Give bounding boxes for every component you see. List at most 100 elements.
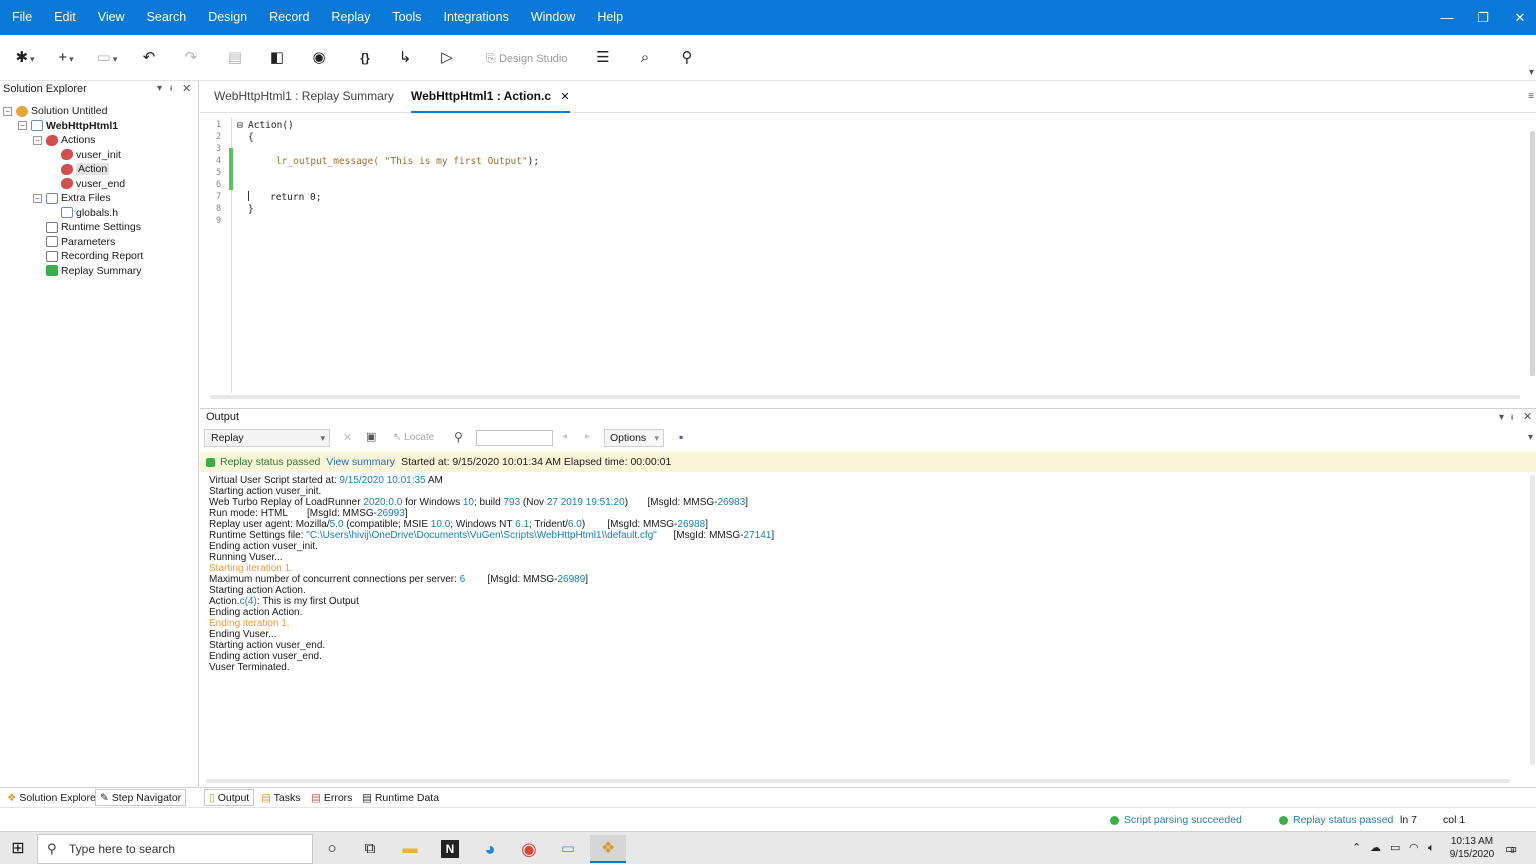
toolbar-overflow-icon[interactable]: ▾ <box>1529 67 1534 78</box>
run-step-icon[interactable]: ↳ <box>394 35 416 81</box>
options-button[interactable]: Options <box>604 429 664 447</box>
cloud-icon[interactable]: ☁ <box>1370 832 1381 865</box>
taskbar-clock[interactable]: 10:13 AM 9/15/2020 <box>1446 835 1498 861</box>
output-source-select[interactable]: Replay <box>204 429 330 447</box>
collapse-toggle-icon[interactable]: − <box>33 135 42 145</box>
tab-action-c[interactable]: WebHttpHtml1 : Action.c ✕ <box>411 81 570 113</box>
loadrunner-icon[interactable]: ❖ <box>590 835 626 863</box>
tab-output[interactable]: ▯ Output <box>204 789 255 806</box>
close-icon[interactable]: ✕ <box>1523 409 1532 426</box>
redo-icon[interactable]: ↷ <box>180 35 202 81</box>
record-icon[interactable]: ◉ <box>308 35 330 81</box>
menu-integrations[interactable]: Integrations <box>433 0 520 35</box>
search-history-icon[interactable]: ⌕ <box>634 35 656 81</box>
menu-record[interactable]: Record <box>258 0 320 35</box>
close-tab-icon[interactable]: ✕ <box>560 91 569 103</box>
output-search-input[interactable] <box>476 430 553 446</box>
task-view-icon[interactable]: ⧉ <box>356 835 384 863</box>
tree-item-solution-untitled[interactable]: − Solution Untitled <box>3 104 107 118</box>
volume-icon[interactable]: 🔈︎ <box>1428 832 1435 865</box>
tab-runtime-data[interactable]: ▤ Runtime Data <box>357 789 444 806</box>
tab-errors[interactable]: ▤ Errors <box>306 789 357 806</box>
cortana-icon[interactable]: ○ <box>318 835 346 863</box>
panel-menu-icon[interactable]: ▾ <box>157 81 162 97</box>
window-close-icon[interactable]: ✕ <box>1503 0 1536 35</box>
undo-icon[interactable]: ↶ <box>138 35 160 81</box>
tab-solution-explorer[interactable]: ❖ Solution Explorer <box>2 789 104 806</box>
view-summary-link[interactable]: View summary <box>326 456 395 468</box>
menu-window[interactable]: Window <box>520 0 586 35</box>
menu-help[interactable]: Help <box>586 0 634 35</box>
menu-replay[interactable]: Replay <box>320 0 381 35</box>
tree-item-parameters[interactable]: Parameters <box>33 235 115 249</box>
fold-toggle-icon[interactable]: ⊟ <box>237 120 243 131</box>
design-studio-button[interactable]: ⎘ Design Studio <box>486 35 567 81</box>
close-icon[interactable]: ✕ <box>182 81 191 97</box>
save-output-icon[interactable]: ▪ <box>679 430 683 444</box>
menu-design[interactable]: Design <box>197 0 258 35</box>
chrome-icon[interactable]: ◉ <box>515 835 543 863</box>
clock-time: 10:13 AM <box>1450 836 1494 847</box>
next-result-icon[interactable]: ▸ <box>585 431 590 442</box>
tab-tasks[interactable]: ▤ Tasks <box>256 789 306 806</box>
braces-icon[interactable]: {} <box>352 35 378 81</box>
tree-item-webhttphtml1[interactable]: − WebHttpHtml1 <box>18 119 118 133</box>
minimize-icon[interactable]: — <box>1430 0 1464 35</box>
output-horizontal-scrollbar[interactable] <box>206 779 1510 783</box>
tree-item-actions[interactable]: − Actions <box>33 133 95 147</box>
editor-horizontal-scrollbar[interactable] <box>210 395 1520 399</box>
menu-view[interactable]: View <box>87 0 136 35</box>
search-settings-icon[interactable]: ⚲ <box>676 35 698 81</box>
search-icon[interactable]: ⚲ <box>454 430 463 444</box>
collapse-toggle-icon[interactable]: − <box>3 106 12 116</box>
list-icon[interactable]: ☰ <box>592 35 614 81</box>
menu-tools[interactable]: Tools <box>381 0 432 35</box>
new-step-icon[interactable]: ◧ <box>266 35 288 81</box>
file-explorer-icon[interactable]: ▬ <box>396 835 424 863</box>
tree-item-vuser-init[interactable]: vuser_init <box>48 148 121 162</box>
clear-icon[interactable]: ✕ <box>343 431 352 444</box>
wifi-icon[interactable]: ◠ <box>1409 832 1419 865</box>
wrap-icon[interactable]: ▣ <box>366 430 376 443</box>
tree-item-extra-files[interactable]: − Extra Files <box>33 191 111 205</box>
taskbar-search-input[interactable]: ⚲ Type here to search <box>37 834 313 864</box>
collapse-toggle-icon[interactable]: − <box>18 121 27 131</box>
plus-icon[interactable]: + ▾ <box>50 35 82 81</box>
toolbar-overflow-icon[interactable]: ▾ <box>1528 432 1533 443</box>
tree-item-globals-h[interactable]: globals.h <box>48 206 118 220</box>
menu-search[interactable]: Search <box>136 0 198 35</box>
output-vertical-scrollbar[interactable] <box>1530 475 1535 765</box>
maximize-icon[interactable]: ❐ <box>1466 0 1500 35</box>
tab-replay-summary[interactable]: WebHttpHtml1 : Replay Summary <box>214 81 394 113</box>
prev-result-icon[interactable]: ◂ <box>562 431 567 442</box>
menu-file[interactable]: File <box>0 0 43 35</box>
vugen-app-icon[interactable]: ▭ <box>554 835 582 863</box>
tree-item-runtime-settings[interactable]: Runtime Settings <box>33 220 141 234</box>
pin-icon[interactable]: ᵼ <box>170 81 172 97</box>
edge-icon[interactable]: ◕ <box>476 835 504 863</box>
windows-start-icon[interactable]: ⊞ <box>4 835 32 863</box>
asterisk-icon[interactable]: ✱ ▾ <box>10 35 40 81</box>
tab-overflow-icon[interactable]: ≡ <box>1528 91 1534 102</box>
play-icon[interactable]: ▷ <box>436 35 458 81</box>
save-icon[interactable]: ▭ ▾ <box>92 35 122 81</box>
pin-icon[interactable]: ᵼ <box>1511 409 1513 426</box>
tree-item-action[interactable]: Action <box>48 162 110 176</box>
tab-step-navigator[interactable]: ✎ Step Navigator <box>95 789 187 806</box>
tree-item-vuser-end[interactable]: vuser_end <box>48 177 125 191</box>
editor-vertical-scrollbar[interactable] <box>1530 131 1535 376</box>
panel-menu-icon[interactable]: ▾ <box>1499 409 1504 426</box>
menu-edit[interactable]: Edit <box>43 0 87 35</box>
tree-item-recording-report[interactable]: Recording Report <box>33 249 143 263</box>
locate-button[interactable]: ↖ Locate <box>393 432 434 443</box>
notification-icon[interactable]: ▭8 <box>1505 832 1517 865</box>
battery-icon[interactable]: ▭ <box>1390 832 1400 865</box>
document-icon[interactable]: ▤ <box>224 35 246 81</box>
chevron-up-icon[interactable]: ⌃ <box>1352 832 1361 865</box>
replay-summary-icon <box>46 265 58 277</box>
output-panel: Output ▾ ᵼ ✕ Replay ✕ ▣ ↖ Locate ⚲ ◂ ▸ O… <box>200 408 1536 786</box>
tree-item-replay-summary[interactable]: Replay Summary <box>33 264 142 278</box>
collapse-toggle-icon[interactable]: − <box>33 193 42 203</box>
notification-count: 8 <box>1510 846 1515 855</box>
notion-icon[interactable]: N <box>436 835 464 863</box>
